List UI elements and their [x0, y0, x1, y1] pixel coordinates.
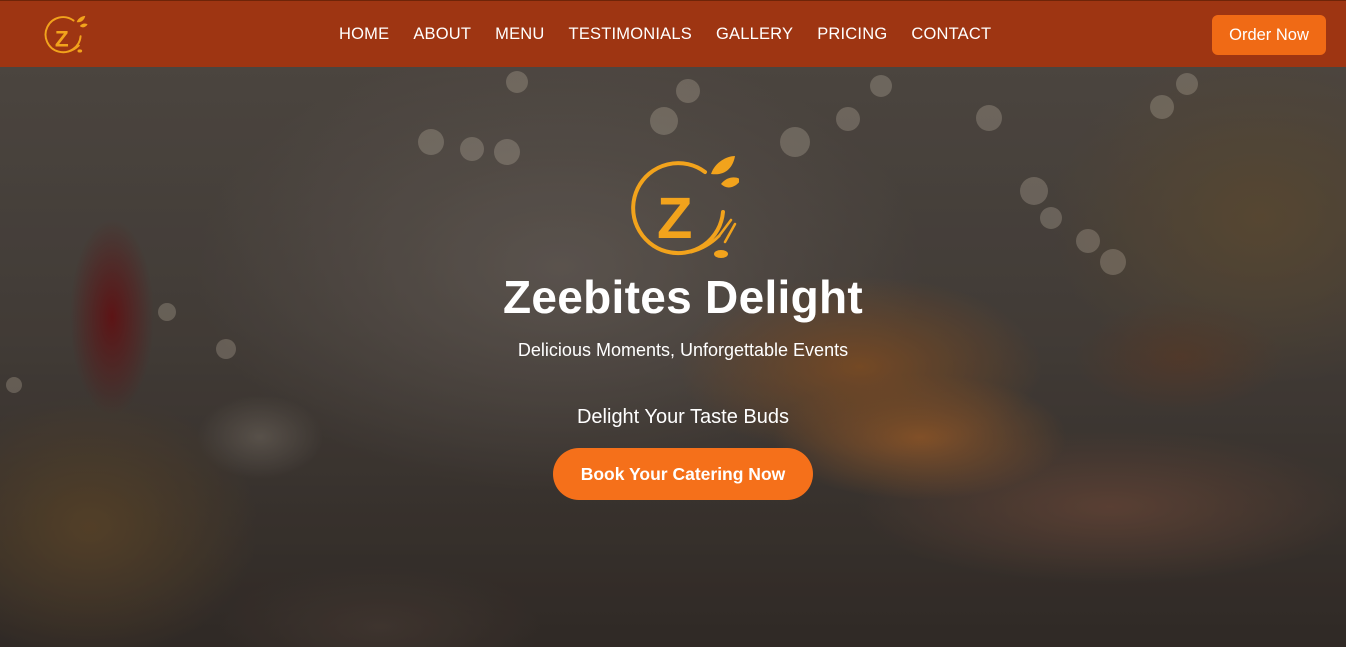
- nav-menu-link[interactable]: MENU: [495, 25, 544, 44]
- nav-pricing-link[interactable]: PRICING: [817, 25, 887, 44]
- hero-section: Z Zeebites Delight Delicious Moments, Un…: [0, 67, 1346, 647]
- book-catering-button[interactable]: Book Your Catering Now: [553, 448, 813, 500]
- zeebites-logo-icon: Z: [631, 156, 739, 258]
- svg-text:Z: Z: [657, 186, 692, 251]
- top-navbar: Z HOME ABOUT MENU TESTIMONIALS GALLERY P…: [0, 0, 1346, 67]
- nav-contact-link[interactable]: CONTACT: [911, 25, 991, 44]
- order-now-button[interactable]: Order Now: [1212, 15, 1326, 55]
- main-nav: HOME ABOUT MENU TESTIMONIALS GALLERY PRI…: [327, 1, 1003, 68]
- nav-gallery-link[interactable]: GALLERY: [716, 25, 793, 44]
- hero-content: Z Zeebites Delight Delicious Moments, Un…: [0, 67, 1346, 647]
- hero-title: Zeebites Delight: [502, 271, 864, 323]
- nav-testimonials-link[interactable]: TESTIMONIALS: [569, 25, 692, 44]
- hero-tagline: Delight Your Taste Buds: [576, 406, 789, 428]
- zeebites-logo-icon[interactable]: Z: [42, 12, 88, 58]
- svg-text:Z: Z: [55, 26, 69, 51]
- hero-subtitle: Delicious Moments, Unforgettable Events: [517, 340, 849, 360]
- nav-home-link[interactable]: HOME: [339, 25, 389, 44]
- nav-about-link[interactable]: ABOUT: [413, 25, 471, 44]
